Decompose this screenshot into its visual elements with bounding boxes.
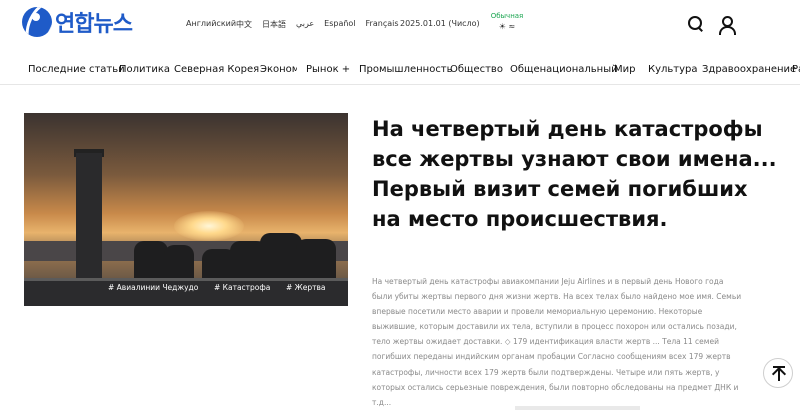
yonhap-logo[interactable]: 연합뉴스	[22, 6, 133, 38]
language-link-french[interactable]: Français	[366, 19, 399, 30]
user-icon[interactable]	[718, 15, 736, 35]
language-link-chinese[interactable]: 中文	[236, 19, 252, 30]
article-headline[interactable]: На четвертый день катастрофы все жертвы …	[372, 114, 782, 234]
weather-icon: ☀ ≈	[498, 22, 516, 31]
nav-item-latest[interactable]: Последние статьи	[28, 64, 125, 75]
logo-mark-icon	[22, 7, 52, 37]
nav-item-market[interactable]: Рынок +	[306, 64, 350, 75]
nav-item-culture[interactable]: Культура	[648, 64, 698, 75]
language-link-english[interactable]: Английский	[186, 19, 236, 30]
main-navigation: Последние статьи Политика Северная Корея…	[0, 58, 800, 85]
nav-item-industry[interactable]: Промышленность	[359, 64, 453, 75]
nav-item-economy[interactable]: Экономика	[260, 64, 297, 75]
divider	[515, 406, 640, 410]
current-date: 2025.01.01 (Число)	[400, 19, 480, 28]
weather-widget[interactable]: Обычная ☀ ≈	[486, 12, 528, 31]
scroll-top-button[interactable]	[763, 358, 793, 388]
site-header: 연합뉴스 Английский 中文 日本語 عربي Español Fran…	[0, 0, 800, 50]
nav-item-nationwide[interactable]: Общенациональный	[510, 64, 618, 75]
nav-item-politics[interactable]: Политика	[119, 64, 170, 75]
photo-tags: # Авиалинии Чеджудо # Катастрофа # Жертв…	[24, 281, 348, 295]
language-link-spanish[interactable]: Español	[324, 19, 355, 30]
tag-jeju-air[interactable]: # Авиалинии Чеджудо	[108, 283, 198, 292]
headline-text: На четвертый день катастрофы все жертвы …	[372, 117, 777, 231]
tag-victim[interactable]: # Жертва	[286, 283, 326, 292]
nav-item-north-korea[interactable]: Северная Корея	[174, 64, 259, 75]
weather-label: Обычная	[490, 12, 524, 20]
language-link-japanese[interactable]: 日本語	[262, 19, 286, 30]
article-photo[interactable]: # Авиалинии Чеджудо # Катастрофа # Жертв…	[24, 113, 348, 306]
language-selector: Английский 中文 日本語 عربي Español Français	[186, 19, 399, 30]
nav-item-more[interactable]: Ра	[792, 64, 800, 75]
language-link-arabic[interactable]: عربي	[296, 19, 314, 30]
nav-item-health[interactable]: Здравоохранение	[702, 64, 796, 75]
article-summary[interactable]: На четвертый день катастрофы авиакомпани…	[372, 274, 744, 410]
nav-item-world[interactable]: Мир	[614, 64, 635, 75]
tag-disaster[interactable]: # Катастрофа	[214, 283, 270, 292]
search-icon[interactable]	[687, 15, 705, 33]
logo-text: 연합뉴스	[55, 12, 133, 37]
nav-item-society[interactable]: Общество	[450, 64, 503, 75]
